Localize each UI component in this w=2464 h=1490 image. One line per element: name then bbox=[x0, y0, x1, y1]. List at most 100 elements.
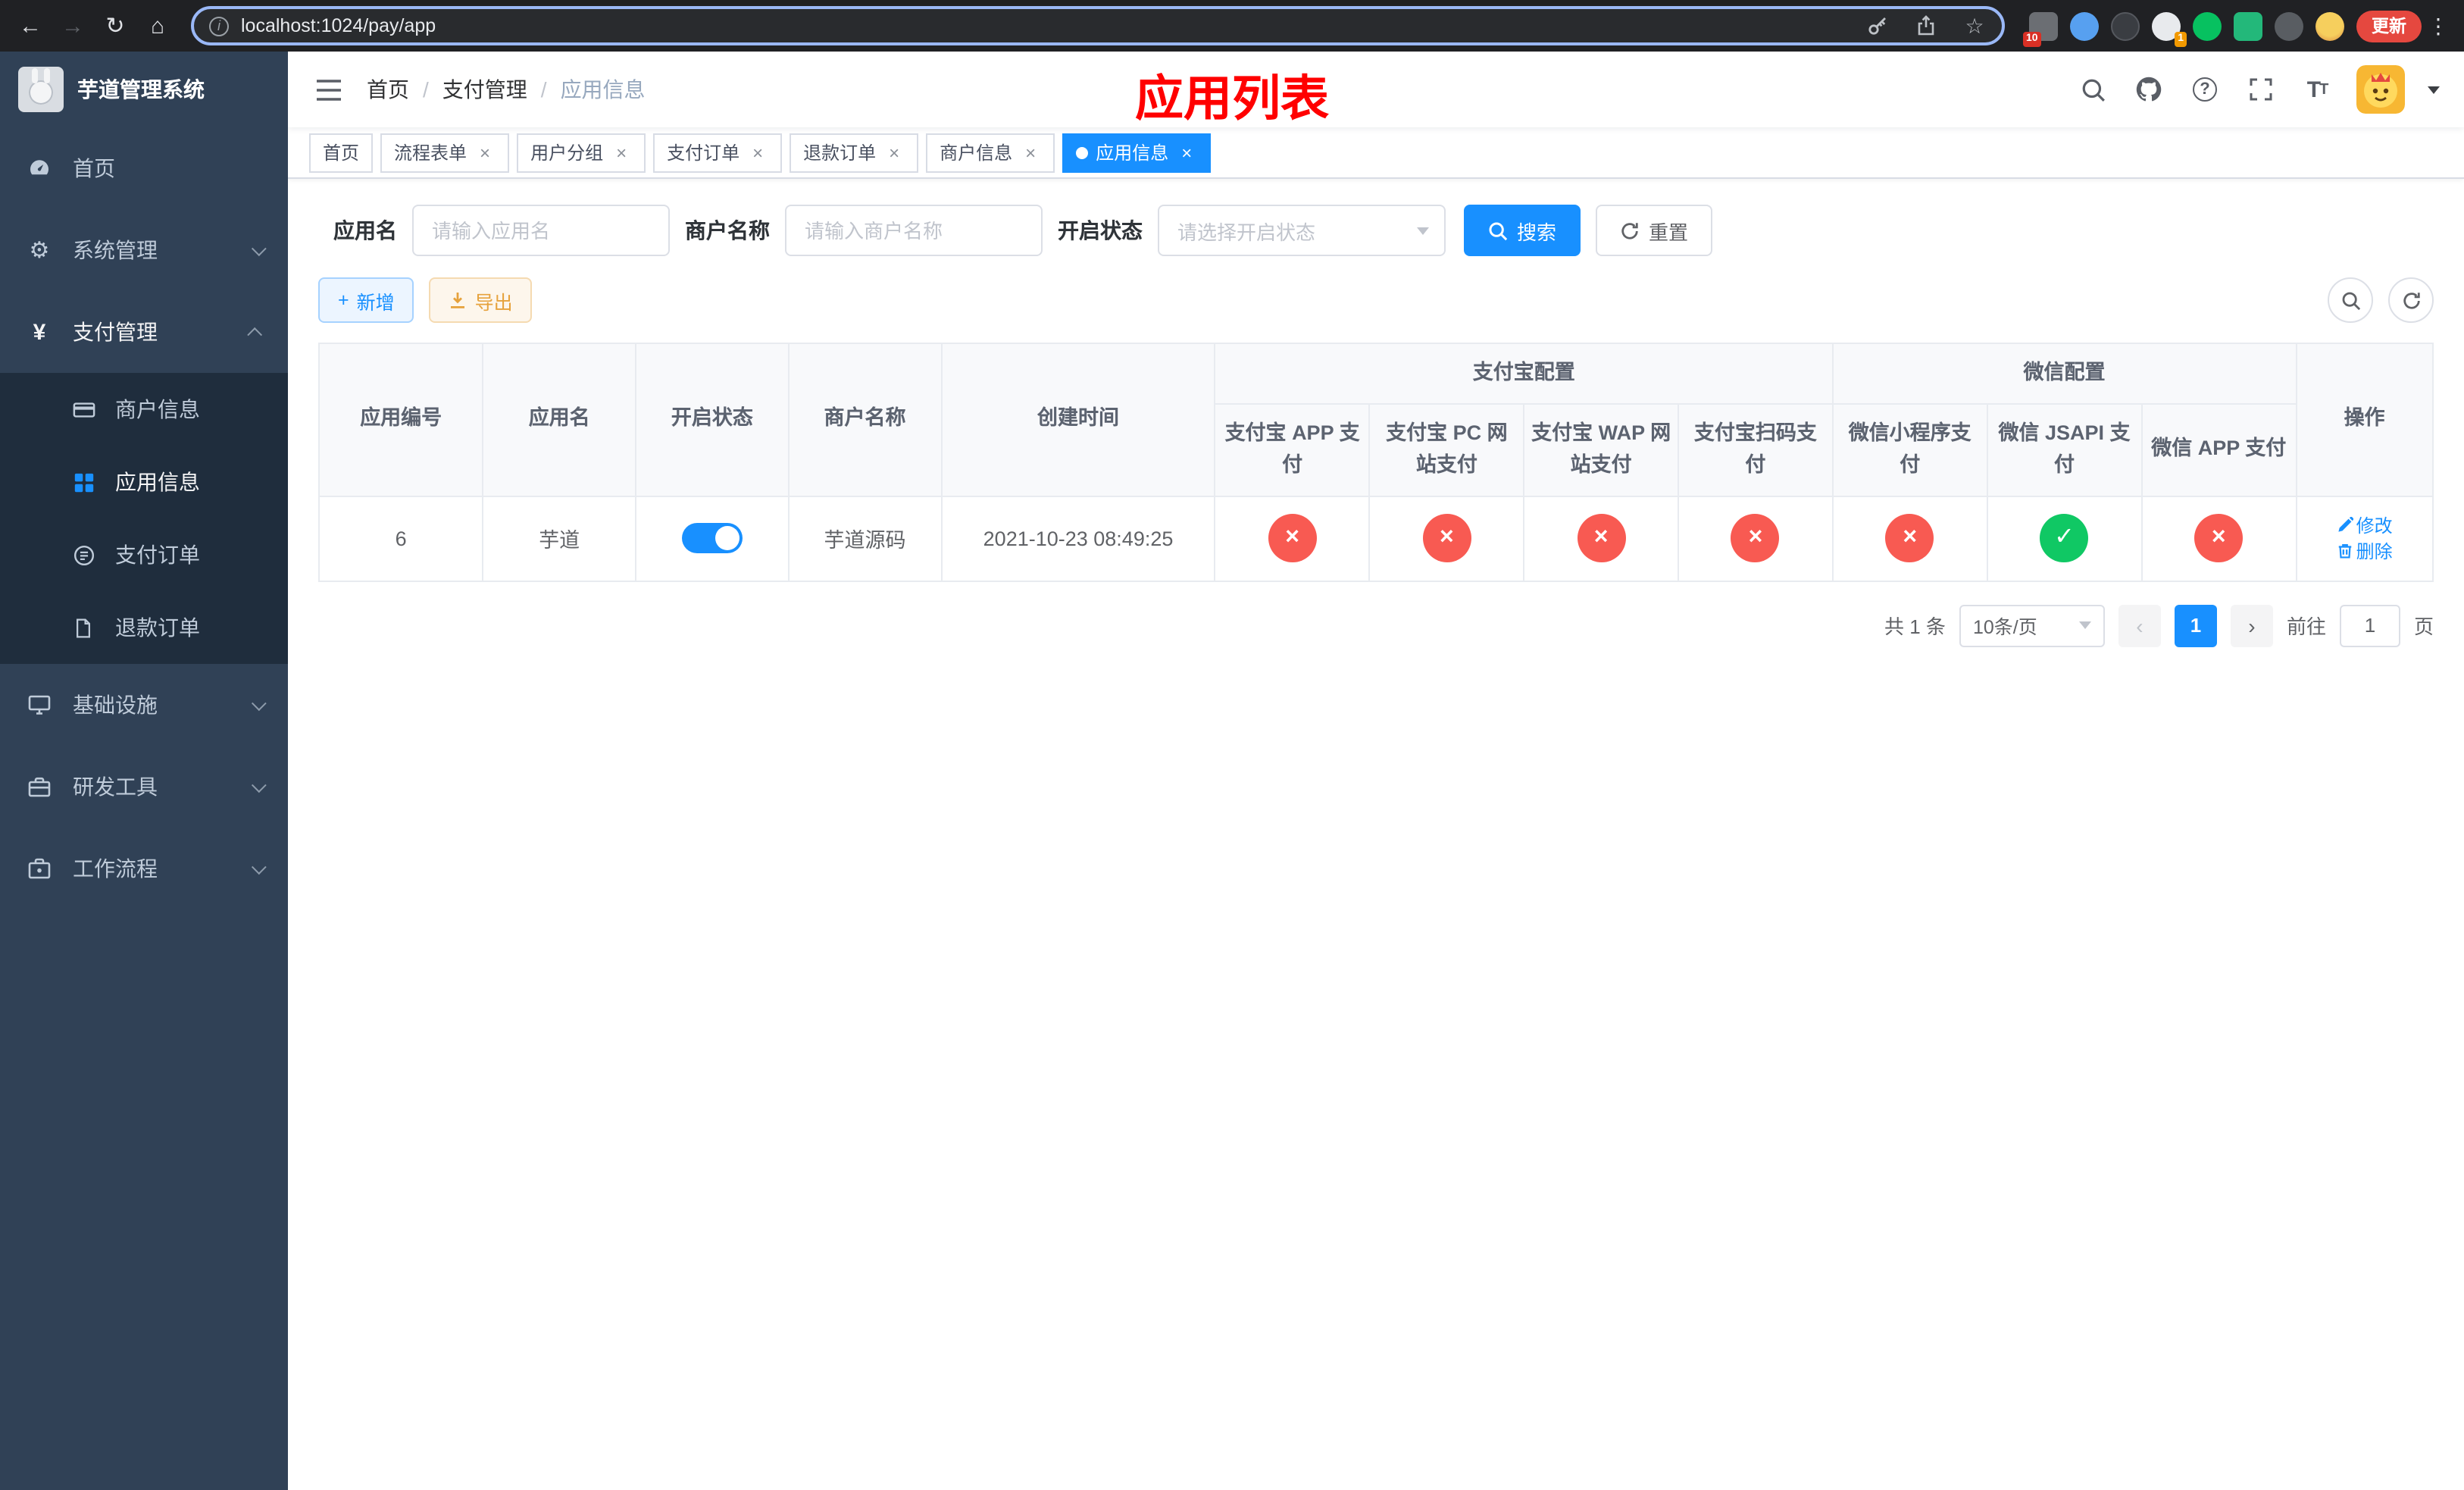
breadcrumb-separator: / bbox=[423, 77, 429, 102]
close-icon[interactable]: × bbox=[1020, 142, 1041, 163]
refresh-button[interactable] bbox=[2388, 277, 2434, 323]
extension-icon-4[interactable]: 1 bbox=[2152, 11, 2187, 46]
sidebar-item-workflow[interactable]: 工作流程 bbox=[0, 828, 288, 909]
help-icon[interactable]: ? bbox=[2188, 71, 2222, 108]
forward-icon[interactable]: → bbox=[52, 5, 94, 47]
sidebar-item-system[interactable]: ⚙ 系统管理 bbox=[0, 209, 288, 291]
sidebar-item-app-info[interactable]: 应用信息 bbox=[0, 446, 288, 518]
extension-icon-1[interactable]: 10 bbox=[2023, 11, 2058, 46]
tab-process-form[interactable]: 流程表单 × bbox=[380, 133, 510, 172]
search-icon[interactable] bbox=[2076, 71, 2109, 108]
merchant-name-input[interactable] bbox=[785, 205, 1043, 256]
column-group-wechat: 微信配置 bbox=[1831, 343, 2297, 405]
extension-icon-wechat[interactable] bbox=[2193, 11, 2222, 40]
avatar[interactable] bbox=[2356, 65, 2405, 114]
pagination: 共 1 条 10条/页 ‹ 1 › 前往 页 bbox=[318, 604, 2434, 647]
reset-button[interactable]: 重置 bbox=[1596, 205, 1713, 256]
page-content: 应用名 商户名称 开启状态 请选择开启状态 搜索 重置 bbox=[288, 179, 2464, 1490]
briefcase-icon bbox=[26, 855, 53, 882]
prev-page-button[interactable]: ‹ bbox=[2118, 604, 2161, 647]
search-toggle-button[interactable] bbox=[2328, 277, 2373, 323]
avatar-caret-icon[interactable] bbox=[2428, 86, 2440, 93]
extension-icon-5[interactable] bbox=[2234, 11, 2262, 40]
column-header: 操作 bbox=[2295, 343, 2434, 497]
add-button[interactable]: + 新增 bbox=[318, 277, 414, 323]
next-page-button[interactable]: › bbox=[2230, 604, 2273, 647]
back-icon[interactable]: ← bbox=[9, 5, 52, 47]
screen: ← → ↻ ⌂ i localhost:1024/pay/app ☆ 10 1 … bbox=[0, 0, 2464, 1490]
credit-card-icon bbox=[70, 396, 97, 423]
sidebar-item-refund-order[interactable]: 退款订单 bbox=[0, 591, 288, 664]
close-icon[interactable]: × bbox=[883, 142, 905, 163]
channel-status-icon: × bbox=[1731, 514, 1780, 563]
close-icon[interactable]: × bbox=[747, 142, 768, 163]
sidebar-item-payment[interactable]: ¥ 支付管理 bbox=[0, 291, 288, 373]
site-info-icon[interactable]: i bbox=[209, 16, 229, 36]
share-icon[interactable] bbox=[1908, 9, 1944, 42]
goto-page-input[interactable] bbox=[2339, 604, 2400, 647]
extension-icon-3[interactable] bbox=[2111, 11, 2140, 40]
cell-alipay-app: × bbox=[1214, 495, 1371, 582]
fullscreen-icon[interactable] bbox=[2244, 71, 2278, 108]
breadcrumb-payment[interactable]: 支付管理 bbox=[442, 74, 527, 105]
url-bar[interactable]: i localhost:1024/pay/app ☆ bbox=[191, 6, 2005, 45]
browser-menu-icon[interactable]: ⋮ bbox=[2422, 5, 2455, 47]
app-name-input[interactable] bbox=[412, 205, 670, 256]
cell-wechat-app: × bbox=[2140, 495, 2297, 582]
sidebar-item-home[interactable]: 首页 bbox=[0, 127, 288, 209]
tab-merchant-info[interactable]: 商户信息 × bbox=[926, 133, 1055, 172]
column-header: 支付宝 APP 支付 bbox=[1214, 402, 1371, 497]
page-number-button[interactable]: 1 bbox=[2174, 604, 2217, 647]
status-toggle[interactable] bbox=[681, 523, 743, 554]
sidebar-item-infra[interactable]: 基础设施 bbox=[0, 664, 288, 746]
logo-image bbox=[18, 67, 64, 112]
cell-merchant-name: 芋道源码 bbox=[787, 495, 943, 582]
order-icon bbox=[70, 541, 97, 568]
document-icon bbox=[70, 614, 97, 641]
search-button[interactable]: 搜索 bbox=[1464, 205, 1581, 256]
search-form: 应用名 商户名称 开启状态 请选择开启状态 搜索 重置 bbox=[318, 205, 2434, 256]
cell-app-id: 6 bbox=[317, 495, 484, 582]
close-icon[interactable]: × bbox=[611, 142, 632, 163]
export-button[interactable]: 导出 bbox=[429, 277, 533, 323]
sidebar-item-pay-order[interactable]: 支付订单 bbox=[0, 518, 288, 591]
grid-icon bbox=[70, 468, 97, 496]
home-icon[interactable]: ⌂ bbox=[136, 5, 179, 47]
goto-label: 前往 bbox=[2286, 615, 2326, 639]
plus-icon: + bbox=[338, 290, 349, 311]
breadcrumb-home[interactable]: 首页 bbox=[367, 74, 409, 105]
column-header: 应用名 bbox=[482, 343, 637, 497]
tab-pay-order[interactable]: 支付订单 × bbox=[653, 133, 783, 172]
sidebar-item-merchant-info[interactable]: 商户信息 bbox=[0, 373, 288, 446]
tab-refund-order[interactable]: 退款订单 × bbox=[790, 133, 919, 172]
sidebar-item-label: 支付管理 bbox=[73, 320, 158, 344]
font-size-icon[interactable]: TT bbox=[2300, 71, 2334, 108]
browser-chrome: ← → ↻ ⌂ i localhost:1024/pay/app ☆ 10 1 … bbox=[0, 0, 2464, 52]
extension-icon-2[interactable] bbox=[2070, 11, 2099, 40]
status-select[interactable]: 请选择开启状态 bbox=[1158, 205, 1446, 256]
dashboard-icon bbox=[26, 155, 53, 182]
toggle-knob bbox=[714, 526, 740, 551]
close-icon[interactable]: × bbox=[474, 142, 496, 163]
edit-link[interactable]: 修改 bbox=[2337, 513, 2393, 539]
column-header: 商户名称 bbox=[787, 343, 943, 497]
yen-icon: ¥ bbox=[33, 319, 46, 345]
browser-update-button[interactable]: 更新 bbox=[2356, 10, 2422, 42]
cell-actions: 修改 删除 bbox=[2295, 495, 2434, 582]
reload-icon[interactable]: ↻ bbox=[94, 5, 136, 47]
sidebar-item-label: 应用信息 bbox=[115, 470, 200, 494]
sidebar-item-dev-tools[interactable]: 研发工具 bbox=[0, 746, 288, 828]
password-key-icon[interactable] bbox=[1859, 9, 1896, 42]
close-icon[interactable]: × bbox=[1176, 142, 1197, 163]
sidebar-fold-icon[interactable] bbox=[312, 73, 346, 106]
github-icon[interactable] bbox=[2132, 71, 2165, 108]
extension-icon-7[interactable] bbox=[2315, 11, 2344, 40]
delete-link[interactable]: 删除 bbox=[2337, 539, 2393, 565]
monitor-icon bbox=[26, 691, 53, 718]
page-size-select[interactable]: 10条/页 bbox=[1959, 604, 2105, 647]
tab-user-group[interactable]: 用户分组 × bbox=[517, 133, 646, 172]
tab-app-info[interactable]: 应用信息 × bbox=[1062, 133, 1212, 172]
bookmark-star-icon[interactable]: ☆ bbox=[1956, 9, 1993, 42]
tab-home[interactable]: 首页 bbox=[309, 133, 374, 172]
extension-icon-6[interactable] bbox=[2275, 11, 2303, 40]
